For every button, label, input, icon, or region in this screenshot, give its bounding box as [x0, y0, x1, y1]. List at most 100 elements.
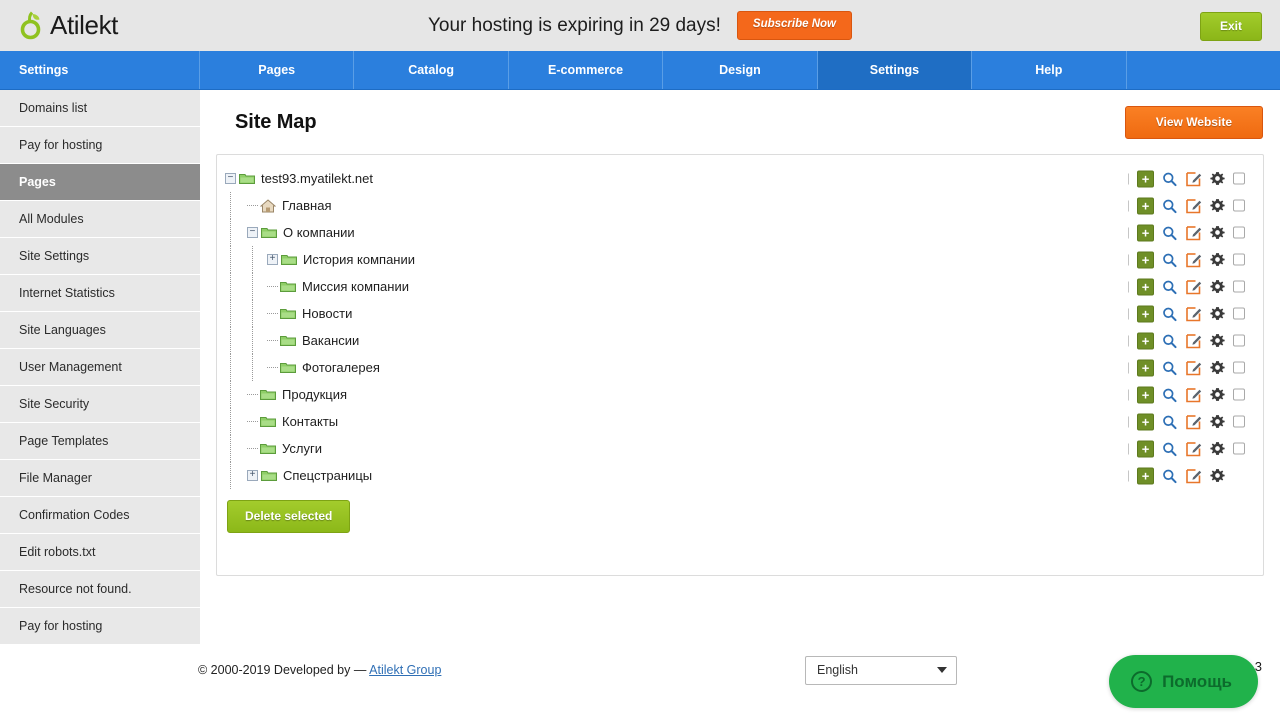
sitemap-node-label[interactable]: Главная	[282, 198, 331, 213]
nav-item-settings[interactable]: Settings	[817, 51, 973, 89]
sidebar-item-edit-robots-txt[interactable]: Edit robots.txt	[0, 534, 200, 571]
settings-gear-icon[interactable]	[1209, 224, 1226, 241]
preview-icon[interactable]	[1161, 251, 1178, 268]
sitemap-node-label[interactable]: Контакты	[282, 414, 338, 429]
sitemap-node-label[interactable]: О компании	[283, 225, 355, 240]
settings-gear-icon[interactable]	[1209, 386, 1226, 403]
row-checkbox[interactable]	[1233, 415, 1245, 428]
sidebar-item-site-languages[interactable]: Site Languages	[0, 312, 200, 349]
sidebar-item-domains-list[interactable]: Domains list	[0, 90, 200, 127]
row-checkbox[interactable]	[1233, 334, 1245, 347]
preview-icon[interactable]	[1161, 332, 1178, 349]
settings-gear-icon[interactable]	[1209, 413, 1226, 430]
edit-icon[interactable]	[1185, 224, 1202, 241]
settings-gear-icon[interactable]	[1209, 440, 1226, 457]
add-page-icon[interactable]: +	[1137, 332, 1154, 349]
sidebar-item-user-management[interactable]: User Management	[0, 349, 200, 386]
edit-icon[interactable]	[1185, 170, 1202, 187]
settings-gear-icon[interactable]	[1209, 359, 1226, 376]
add-page-icon[interactable]: +	[1137, 359, 1154, 376]
language-select[interactable]: English	[805, 655, 957, 685]
preview-icon[interactable]	[1161, 170, 1178, 187]
row-checkbox[interactable]	[1233, 388, 1245, 401]
edit-icon[interactable]	[1185, 386, 1202, 403]
preview-icon[interactable]	[1161, 467, 1178, 484]
preview-icon[interactable]	[1161, 305, 1178, 322]
atilekt-group-link[interactable]: Atilekt Group	[369, 663, 441, 677]
settings-gear-icon[interactable]	[1209, 278, 1226, 295]
edit-icon[interactable]	[1185, 440, 1202, 457]
row-checkbox[interactable]	[1233, 226, 1245, 239]
settings-gear-icon[interactable]	[1209, 305, 1226, 322]
row-checkbox[interactable]	[1233, 172, 1245, 185]
edit-icon[interactable]	[1185, 278, 1202, 295]
row-checkbox[interactable]	[1233, 253, 1245, 266]
settings-gear-icon[interactable]	[1209, 332, 1226, 349]
sitemap-node-label[interactable]: Продукция	[282, 387, 347, 402]
subscribe-now-button[interactable]: Subscribe Now	[736, 11, 852, 40]
sidebar-item-all-modules[interactable]: All Modules	[0, 201, 200, 238]
preview-icon[interactable]	[1161, 224, 1178, 241]
nav-item-ecommerce[interactable]: E-commerce	[508, 51, 664, 89]
preview-icon[interactable]	[1161, 440, 1178, 457]
sitemap-node-label[interactable]: Новости	[302, 306, 352, 321]
sidebar-item-site-security[interactable]: Site Security	[0, 386, 200, 423]
nav-section-title[interactable]: Settings	[0, 51, 200, 89]
sidebar-item-page-templates[interactable]: Page Templates	[0, 423, 200, 460]
sitemap-node-label[interactable]: Спецстраницы	[283, 468, 372, 483]
nav-item-pages[interactable]: Pages	[200, 51, 355, 89]
sidebar-item-confirmation-codes[interactable]: Confirmation Codes	[0, 497, 200, 534]
sidebar-item-site-settings[interactable]: Site Settings	[0, 238, 200, 275]
preview-icon[interactable]	[1161, 386, 1178, 403]
sidebar-item-resource-not-found[interactable]: Resource not found.	[0, 571, 200, 608]
nav-item-design[interactable]: Design	[663, 51, 818, 89]
row-checkbox[interactable]	[1233, 307, 1245, 320]
edit-icon[interactable]	[1185, 467, 1202, 484]
sitemap-node-label[interactable]: Миссия компании	[302, 279, 409, 294]
sidebar-item-internet-statistics[interactable]: Internet Statistics	[0, 275, 200, 312]
settings-gear-icon[interactable]	[1209, 197, 1226, 214]
sitemap-node-label[interactable]: Услуги	[282, 441, 322, 456]
add-page-icon[interactable]: +	[1137, 467, 1154, 484]
add-page-icon[interactable]: +	[1137, 251, 1154, 268]
add-page-icon[interactable]: +	[1137, 386, 1154, 403]
row-checkbox[interactable]	[1233, 280, 1245, 293]
collapse-node-icon[interactable]: −	[247, 227, 258, 238]
sidebar-item-pay-for-hosting[interactable]: Pay for hosting	[0, 127, 200, 164]
settings-gear-icon[interactable]	[1209, 251, 1226, 268]
expand-node-icon[interactable]: +	[267, 254, 278, 265]
row-checkbox[interactable]	[1233, 442, 1245, 455]
preview-icon[interactable]	[1161, 197, 1178, 214]
row-checkbox[interactable]	[1233, 199, 1245, 212]
add-page-icon[interactable]: +	[1137, 224, 1154, 241]
add-page-icon[interactable]: +	[1137, 413, 1154, 430]
edit-icon[interactable]	[1185, 251, 1202, 268]
sidebar-item-pages[interactable]: Pages	[0, 164, 209, 201]
help-widget-button[interactable]: ? Помощь	[1109, 655, 1258, 708]
row-checkbox[interactable]	[1233, 361, 1245, 374]
preview-icon[interactable]	[1161, 278, 1178, 295]
settings-gear-icon[interactable]	[1209, 170, 1226, 187]
expand-node-icon[interactable]: +	[247, 470, 258, 481]
preview-icon[interactable]	[1161, 413, 1178, 430]
nav-item-catalog[interactable]: Catalog	[354, 51, 509, 89]
nav-item-help[interactable]: Help	[972, 51, 1127, 89]
sitemap-node-label[interactable]: Вакансии	[302, 333, 359, 348]
edit-icon[interactable]	[1185, 332, 1202, 349]
collapse-node-icon[interactable]: −	[225, 173, 236, 184]
add-page-icon[interactable]: +	[1137, 440, 1154, 457]
edit-icon[interactable]	[1185, 197, 1202, 214]
sidebar-item-file-manager[interactable]: File Manager	[0, 460, 200, 497]
sidebar-item-pay-for-hosting[interactable]: Pay for hosting	[0, 608, 200, 645]
add-page-icon[interactable]: +	[1137, 197, 1154, 214]
settings-gear-icon[interactable]	[1209, 467, 1226, 484]
sitemap-node-label[interactable]: История компании	[303, 252, 415, 267]
edit-icon[interactable]	[1185, 305, 1202, 322]
delete-selected-button[interactable]: Delete selected	[227, 500, 351, 533]
sitemap-node-label[interactable]: test93.myatilekt.net	[261, 171, 373, 186]
add-page-icon[interactable]: +	[1137, 278, 1154, 295]
preview-icon[interactable]	[1161, 359, 1178, 376]
sitemap-node-label[interactable]: Фотогалерея	[302, 360, 380, 375]
edit-icon[interactable]	[1185, 413, 1202, 430]
view-website-button[interactable]: View Website	[1124, 105, 1263, 139]
